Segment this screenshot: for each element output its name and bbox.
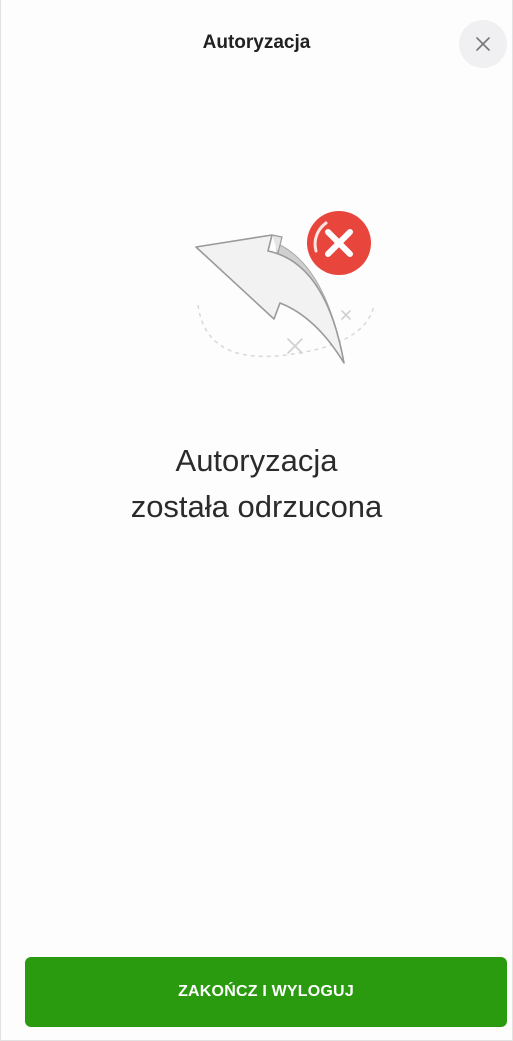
error-x-icon	[307, 211, 371, 275]
status-message-line-2: została odrzucona	[130, 489, 383, 524]
rejection-illustration	[176, 205, 391, 385]
authorization-screen: Autoryzacja Autoryzacja została odrzucon…	[0, 0, 513, 1041]
close-icon	[476, 37, 490, 51]
status-message-line-1: Autoryzacja	[175, 443, 338, 478]
rejected-arrow-icon	[195, 211, 375, 364]
close-button[interactable]	[459, 20, 507, 68]
status-message: Autoryzacja została odrzucona	[1, 438, 512, 530]
finish-and-logout-button[interactable]: ZAKOŃCZ I WYLOGUJ	[25, 957, 507, 1027]
header: Autoryzacja	[1, 0, 512, 90]
page-title: Autoryzacja	[202, 32, 311, 53]
